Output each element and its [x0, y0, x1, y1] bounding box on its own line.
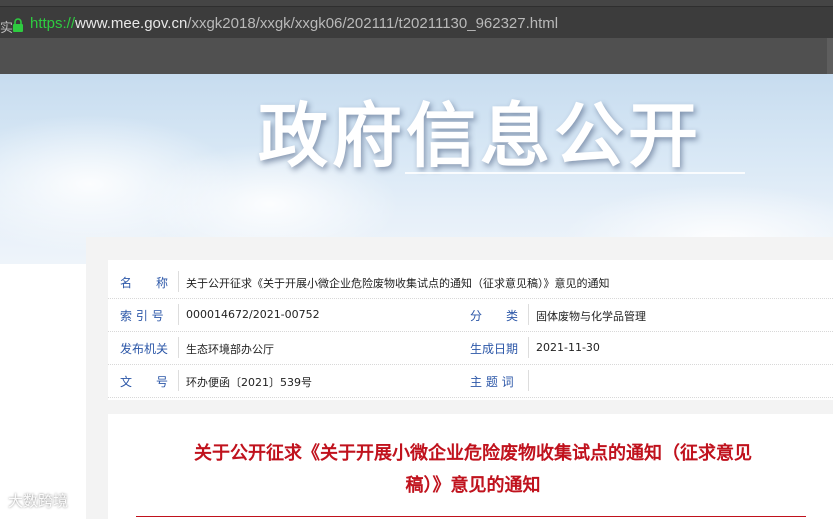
docno-label: 文 号 [120, 375, 169, 389]
meta-row-index: 索 引 号 000014672/2021-00752 分 类 固体废物与化学品管… [108, 298, 833, 332]
column-divider [528, 370, 529, 391]
banner-underline [405, 172, 745, 174]
column-divider [178, 304, 179, 325]
toolbar-right-edge [827, 38, 833, 74]
meta-row-name: 名 称 关于公开征求《关于开展小微企业危险废物收集试点的通知（征求意见稿）》意见… [108, 265, 833, 299]
date-label: 生成日期 [470, 342, 519, 356]
lock-icon[interactable] [12, 18, 24, 32]
address-bar[interactable]: 实 https://www.mee.gov.cn/xxgk2018/xxgk/x… [0, 6, 833, 39]
url-scheme: https:// [30, 15, 76, 32]
column-divider [528, 304, 529, 325]
docno-value: 环办便函〔2021〕539号 [186, 376, 312, 389]
article-title: 关于公开征求《关于开展小微企业危险废物收集试点的通知（征求意见稿）》意见的通知 [194, 443, 752, 496]
column-divider [528, 337, 529, 358]
category-label: 分 类 [470, 309, 519, 323]
index-label: 索 引 号 [120, 309, 164, 323]
category-value: 固体废物与化学品管理 [536, 310, 646, 323]
article-content: 关于公开征求《关于开展小微企业危险废物收集试点的通知（征求意见稿）》意见的通知 [108, 414, 833, 519]
index-value: 000014672/2021-00752 [186, 308, 320, 321]
url-path: /xxgk2018/xxgk/xxgk06/202111/t20211130_9… [187, 15, 559, 32]
url-domain: www.mee.gov.cn [75, 15, 188, 32]
subject-label: 主 题 词 [470, 375, 514, 389]
column-divider [178, 370, 179, 391]
title-divider [136, 516, 806, 517]
name-value: 关于公开征求《关于开展小微企业危险废物收集试点的通知（征求意见稿）》意见的通知 [186, 277, 610, 290]
banner-title: 政府信息公开 [258, 95, 702, 177]
browser-toolbar-strip [0, 38, 833, 74]
watermark-text: 大数跨境 [8, 492, 69, 510]
meta-row-issuer: 发布机关 生态环境部办公厅 生成日期 2021-11-30 [108, 331, 833, 365]
metadata-table: 名 称 关于公开征求《关于开展小微企业危险废物收集试点的通知（征求意见稿）》意见… [108, 260, 833, 400]
header-banner: 政府信息公开 [0, 74, 833, 264]
issuer-label: 发布机关 [120, 342, 169, 356]
left-panel [0, 310, 86, 519]
date-value: 2021-11-30 [536, 341, 600, 354]
url-text[interactable]: https://www.mee.gov.cn/xxgk2018/xxgk/xxg… [30, 15, 558, 33]
column-divider [178, 337, 179, 358]
column-divider [178, 271, 179, 292]
name-label: 名 称 [120, 276, 169, 290]
meta-row-docno: 文 号 环办便函〔2021〕539号 主 题 词 [108, 364, 833, 398]
issuer-value: 生态环境部办公厅 [186, 343, 274, 356]
